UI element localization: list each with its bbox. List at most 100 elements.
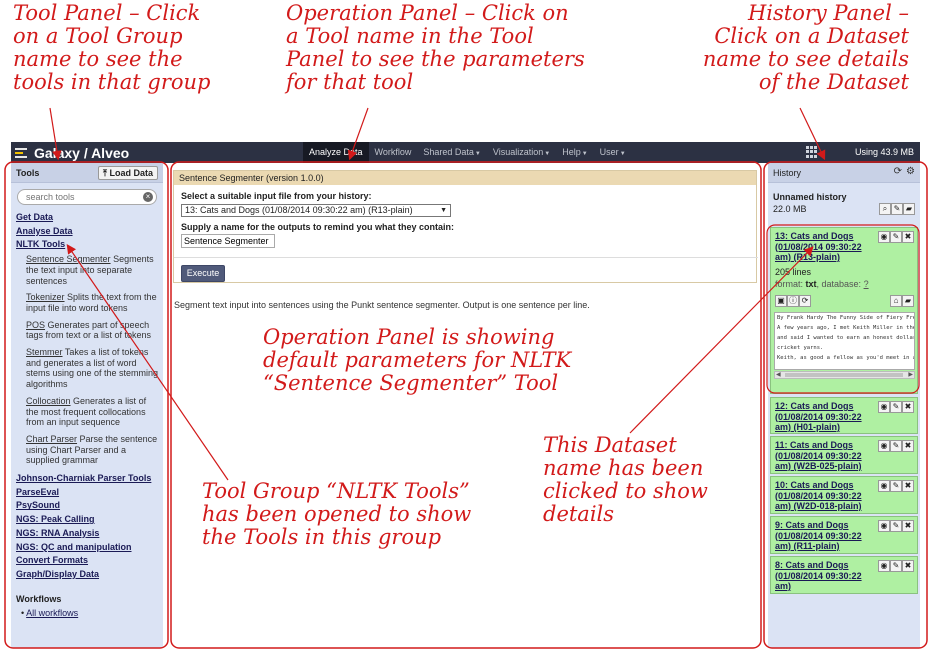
- tool-link-chart-parser[interactable]: Chart Parser: [26, 434, 77, 444]
- pencil-icon[interactable]: ✎: [890, 401, 902, 413]
- scroll-right-icon[interactable]: ▶: [908, 371, 913, 378]
- dataset-title[interactable]: 10: Cats and Dogs (01/08/2014 09:30:22 a…: [775, 480, 875, 512]
- dataset-item: 12: Cats and Dogs (01/08/2014 09:30:22 a…: [770, 397, 918, 434]
- tool-group-ngs-qc[interactable]: NGS: QC and manipulation: [16, 541, 161, 555]
- clear-search-icon[interactable]: ×: [143, 192, 153, 202]
- nav-help[interactable]: Help▼: [556, 142, 593, 163]
- scratchbook-grid-icon[interactable]: [806, 146, 819, 158]
- comment-icon[interactable]: ▰: [903, 203, 915, 215]
- tool-group-convert-formats[interactable]: Convert Formats: [16, 554, 161, 568]
- tool-list: Get Data Analyse Data NLTK Tools Sentenc…: [16, 211, 161, 618]
- delete-icon[interactable]: ✖: [902, 401, 914, 413]
- load-data-button[interactable]: ⤒ Load Data: [97, 166, 158, 180]
- history-name[interactable]: Unnamed history: [773, 192, 847, 202]
- annotation-tool-panel: Tool Panel – Click on a Tool Group name …: [13, 1, 211, 95]
- rerun-icon[interactable]: ⟳: [799, 295, 811, 307]
- tag-icon[interactable]: ⌂: [890, 295, 902, 307]
- tool-group-psysound[interactable]: PsySound: [16, 499, 161, 513]
- pencil-icon[interactable]: ✎: [890, 480, 902, 492]
- tool-link-collocation[interactable]: Collocation: [26, 396, 71, 406]
- dataset-icons: ◉ ✎ ✖: [878, 231, 914, 243]
- eye-icon[interactable]: ◉: [878, 520, 890, 532]
- dataset-item: 10: Cats and Dogs (01/08/2014 09:30:22 a…: [770, 476, 918, 514]
- delete-icon[interactable]: ✖: [902, 480, 914, 492]
- tool-group-johnson-charniak[interactable]: Johnson-Charniak Parser Tools: [16, 472, 161, 486]
- dropdown-arrow-icon: ▼: [440, 207, 447, 214]
- history-action-buttons: ⌕ ✎ ▰: [879, 203, 915, 215]
- save-icon[interactable]: ▣: [775, 295, 787, 307]
- tool-group-get-data[interactable]: Get Data: [16, 211, 161, 225]
- delete-icon[interactable]: ✖: [902, 520, 914, 532]
- eye-icon[interactable]: ◉: [878, 440, 890, 452]
- history-panel: History ⟳ ⚙ Unnamed history 22.0 MB ⌕ ✎ …: [768, 163, 920, 648]
- comment-icon[interactable]: ▰: [902, 295, 914, 307]
- nav-user[interactable]: User▼: [594, 142, 632, 163]
- nav-shared-data[interactable]: Shared Data▼: [417, 142, 487, 163]
- gear-icon[interactable]: ⚙: [906, 166, 915, 177]
- tool-group-nltk-tools[interactable]: NLTK Tools: [16, 238, 161, 252]
- tool-group-ngs-peak-calling[interactable]: NGS: Peak Calling: [16, 513, 161, 527]
- dataset-icons: ◉ ✎ ✖: [878, 560, 914, 572]
- dataset-title[interactable]: 8: Cats and Dogs (01/08/2014 09:30:22 am…: [775, 560, 875, 592]
- main-nav: Analyze Data Workflow Shared Data▼ Visua…: [303, 142, 632, 163]
- tool-link-stemmer[interactable]: Stemmer: [26, 347, 63, 357]
- annotation-operation-panel: Operation Panel – Click on a Tool name i…: [286, 1, 585, 95]
- annotation-dataset-clicked: This Dataset name has been clicked to sh…: [543, 433, 708, 527]
- tag-icon[interactable]: ✎: [891, 203, 903, 215]
- pencil-icon[interactable]: ✎: [890, 520, 902, 532]
- tool-item: Tokenizer Splits the text from the input…: [26, 292, 157, 313]
- dataset-peek: By Frank Hardy The Funny Side of Fiery F…: [774, 312, 915, 370]
- execute-button[interactable]: Execute: [181, 265, 225, 282]
- input-file-select[interactable]: 13: Cats and Dogs (01/08/2014 09:30:22 a…: [181, 204, 451, 217]
- dataset-title[interactable]: 9: Cats and Dogs (01/08/2014 09:30:22 am…: [775, 520, 875, 552]
- eye-icon[interactable]: ◉: [878, 560, 890, 572]
- dataset-title[interactable]: 12: Cats and Dogs (01/08/2014 09:30:22 a…: [775, 401, 875, 433]
- refresh-icon[interactable]: ⟳: [894, 166, 902, 177]
- all-workflows-link[interactable]: All workflows: [26, 608, 78, 618]
- dataset-icons: ◉ ✎ ✖: [878, 440, 914, 452]
- dataset-expanded: 13: Cats and Dogs (01/08/2014 09:30:22 a…: [770, 227, 918, 394]
- tool-group-ngs-rna-analysis[interactable]: NGS: RNA Analysis: [16, 527, 161, 541]
- output-name-input[interactable]: [181, 234, 275, 248]
- nav-analyze-data[interactable]: Analyze Data: [303, 142, 369, 163]
- caret-down-icon: ▼: [581, 151, 588, 157]
- scrollbar-thumb[interactable]: [785, 373, 903, 377]
- tool-group-graph-display[interactable]: Graph/Display Data: [16, 568, 161, 582]
- tool-link-pos[interactable]: POS: [26, 320, 45, 330]
- tool-group-analyse-data[interactable]: Analyse Data: [16, 225, 161, 239]
- pencil-icon[interactable]: ✎: [890, 440, 902, 452]
- peek-horizontal-scrollbar[interactable]: ◀ ▶: [774, 371, 915, 379]
- tool-search-input[interactable]: [18, 190, 136, 204]
- info-icon[interactable]: ⓘ: [787, 295, 799, 307]
- dataset-title[interactable]: 13: Cats and Dogs (01/08/2014 09:30:22 a…: [775, 231, 875, 263]
- delete-icon[interactable]: ✖: [902, 560, 914, 572]
- search-icon[interactable]: ⌕: [879, 203, 891, 215]
- tool-link-tokenizer[interactable]: Tokenizer: [26, 292, 65, 302]
- delete-icon[interactable]: ✖: [902, 440, 914, 452]
- scroll-left-icon[interactable]: ◀: [776, 371, 781, 378]
- galaxy-logo-icon: [15, 147, 29, 159]
- eye-icon[interactable]: ◉: [878, 401, 890, 413]
- tool-panel: Tools ⤒ Load Data × Get Data Analyse Dat…: [11, 163, 163, 648]
- brand-title: Galaxy / Alveo: [34, 145, 130, 161]
- annotation-tool-group-opened: Tool Group “NLTK Tools” has been opened …: [202, 479, 472, 550]
- tool-link-sentence-segmenter[interactable]: Sentence Segmenter: [26, 254, 111, 264]
- eye-icon[interactable]: ◉: [878, 480, 890, 492]
- tool-item: Chart Parser Parse the sentence using Ch…: [26, 433, 158, 466]
- delete-icon[interactable]: ✖: [902, 231, 914, 243]
- pencil-icon[interactable]: ✎: [890, 231, 902, 243]
- dataset-tag-icons: ⌂ ▰: [890, 295, 914, 307]
- nav-workflow[interactable]: Workflow: [369, 142, 418, 163]
- workflows-item: • All workflows: [21, 607, 79, 618]
- tool-item: Sentence Segmenter Segments the text inp…: [26, 254, 154, 286]
- output-name-label: Supply a name for the outputs to remind …: [181, 222, 455, 232]
- tool-search: ×: [17, 189, 157, 205]
- dataset-title[interactable]: 11: Cats and Dogs (01/08/2014 09:30:22 a…: [775, 440, 875, 472]
- brand[interactable]: Galaxy / Alveo: [15, 145, 129, 161]
- quota-meter: Using 43.9 MB: [854, 147, 914, 157]
- pencil-icon[interactable]: ✎: [890, 560, 902, 572]
- tool-group-parseeval[interactable]: ParseEval: [16, 486, 161, 500]
- nav-visualization[interactable]: Visualization▼: [487, 142, 556, 163]
- eye-icon[interactable]: ◉: [878, 231, 890, 243]
- history-panel-title: History: [773, 168, 802, 178]
